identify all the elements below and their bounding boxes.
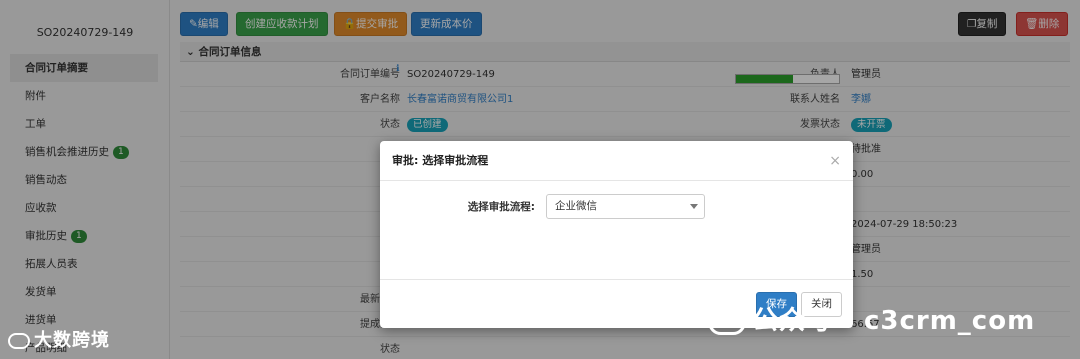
caret-down-icon (690, 204, 698, 209)
approval-flow-select[interactable]: 企业微信 (546, 194, 705, 219)
logo-icon (8, 333, 30, 349)
watermark-right-text: 公众号 · c3crm_com (752, 306, 1036, 336)
modal-title: 审批: 选择审批流程 (392, 154, 489, 167)
close-icon[interactable]: × (829, 141, 841, 181)
modal-header: 审批: 选择审批流程 × (380, 141, 853, 181)
watermark-right: 公众号 · c3crm_com (708, 300, 1035, 337)
modal-body: 选择审批流程: 企业微信 (380, 181, 853, 279)
watermark-left: 大数跨境 (8, 326, 110, 352)
approval-flow-label: 选择审批流程: (467, 201, 535, 213)
wechat-icon (708, 308, 746, 335)
watermark-left-text: 大数跨境 (34, 330, 110, 351)
approval-flow-selected: 企业微信 (555, 200, 597, 212)
